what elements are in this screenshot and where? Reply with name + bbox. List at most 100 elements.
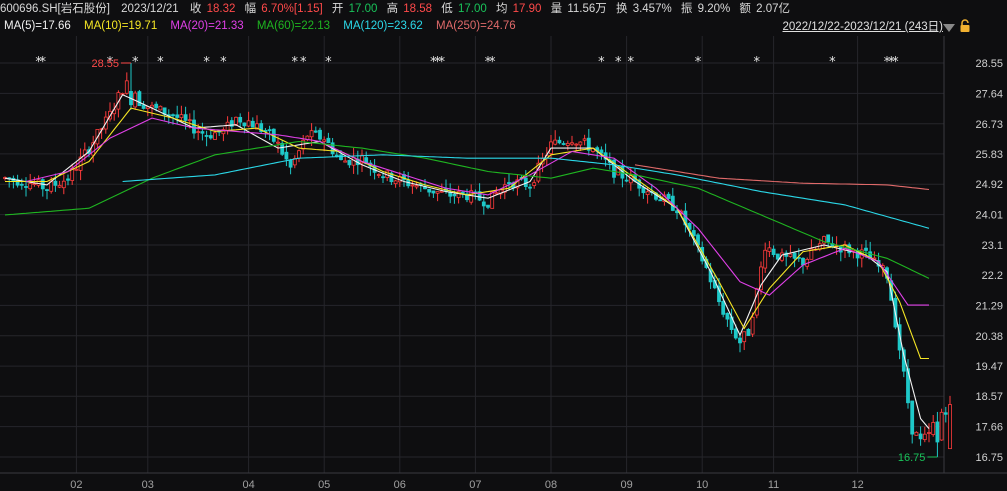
x-tick-label: 12: [851, 479, 863, 491]
candle-body: [234, 116, 238, 125]
max-price-label: 28.55: [91, 58, 119, 70]
candle-body: [528, 186, 532, 189]
x-tick-label: 06: [394, 479, 406, 491]
y-tick-label: 23.1: [982, 240, 1003, 252]
candle-body: [326, 137, 331, 144]
candle-body: [280, 142, 285, 155]
y-tick-label: 18.57: [975, 391, 1003, 403]
event-star-icon: *: [615, 55, 622, 70]
candle-body: [187, 119, 192, 122]
candle-body: [225, 121, 230, 131]
candle-body: [557, 139, 562, 144]
candle-body: [238, 116, 243, 123]
candle-body: [561, 143, 566, 145]
candle-body: [57, 185, 62, 188]
candle-body: [61, 180, 66, 189]
candle-body: [910, 400, 915, 435]
candle-body: [927, 432, 931, 434]
candle-body: [578, 141, 583, 146]
y-tick-label: 28.55: [975, 58, 1003, 70]
candle-body: [309, 130, 314, 138]
candle-body: [45, 189, 49, 192]
candlestick-chart: 28.55 27.64 26.73 25.83 24.92 24.01 23.1 22.2 21…: [0, 36, 1007, 491]
ma5-line: [4, 93, 930, 429]
candle-body: [565, 142, 570, 146]
candle-body: [448, 191, 453, 197]
candle-body: [922, 433, 927, 440]
event-star-icon: *: [695, 55, 702, 70]
y-tick-label: 26.73: [975, 119, 1003, 131]
event-star-icon: *: [325, 55, 332, 70]
candle-body: [322, 139, 327, 142]
candle-body: [49, 181, 54, 192]
candle-body: [179, 114, 184, 119]
candle-body: [481, 201, 486, 207]
candle-body: [36, 179, 41, 186]
candle-body: [666, 193, 671, 199]
candle-body: [246, 120, 251, 127]
candle-body: [582, 138, 587, 141]
candle-body: [175, 114, 180, 118]
event-star-icon: *: [829, 55, 836, 70]
candle-body: [393, 180, 398, 185]
candle-body: [183, 114, 188, 121]
y-tick-label: 21.29: [975, 300, 1003, 312]
candle-body: [507, 182, 511, 185]
y-tick-label: 19.47: [975, 361, 1003, 373]
candle-body: [624, 179, 629, 182]
candle-body: [213, 132, 217, 140]
x-tick-label: 08: [545, 479, 557, 491]
candle-body: [158, 105, 163, 111]
candle-body: [28, 183, 33, 190]
candle-body: [347, 159, 352, 166]
event-star-icon: *: [220, 55, 227, 70]
candle-body: [288, 159, 293, 168]
candle-body: [948, 404, 952, 450]
candle-body: [137, 91, 142, 107]
candle-body: [775, 253, 780, 260]
candle-body: [864, 247, 868, 251]
candle-body: [313, 130, 318, 133]
candle-body: [339, 154, 343, 161]
candle-body: [439, 190, 444, 193]
candle-body: [645, 191, 650, 195]
candle-body: [297, 150, 301, 159]
candle-body: [826, 234, 831, 243]
event-star-icon: *: [292, 55, 299, 70]
candle-body: [532, 182, 537, 186]
x-tick-label: 04: [242, 479, 254, 491]
x-tick-label: 10: [696, 479, 708, 491]
y-tick-label: 20.38: [975, 331, 1003, 343]
x-tick-label: 11: [768, 479, 779, 491]
x-tick-label: 09: [620, 479, 632, 491]
ma250-line: [634, 164, 930, 191]
candle-body: [196, 131, 201, 134]
candle-body: [767, 247, 772, 252]
candle-body: [267, 129, 272, 132]
event-star-icon: *: [132, 55, 139, 70]
candle-body: [490, 191, 495, 209]
candle-body: [725, 312, 730, 320]
candle-body: [788, 253, 793, 257]
candle-body: [208, 135, 213, 139]
candle-body: [334, 154, 339, 157]
candle-body: [414, 185, 419, 188]
candle-body: [771, 248, 776, 256]
candle-body: [343, 160, 348, 163]
candle-body: [763, 249, 768, 269]
ma120-line: [122, 154, 930, 229]
candle-body: [376, 174, 381, 176]
candle-body: [918, 433, 923, 440]
y-tick-label: 17.66: [975, 422, 1003, 434]
candle-body: [494, 192, 499, 195]
candle-body: [553, 139, 558, 145]
candle-body: [19, 183, 24, 186]
candle-body: [435, 191, 440, 194]
candle-body: [410, 184, 415, 187]
candle-body: [154, 103, 159, 109]
candle-body: [914, 431, 919, 436]
y-tick-label: 16.75: [975, 452, 1003, 464]
y-tick-label: 24.92: [975, 179, 1003, 191]
candle-body: [792, 252, 797, 259]
ma60-line: [4, 140, 930, 279]
